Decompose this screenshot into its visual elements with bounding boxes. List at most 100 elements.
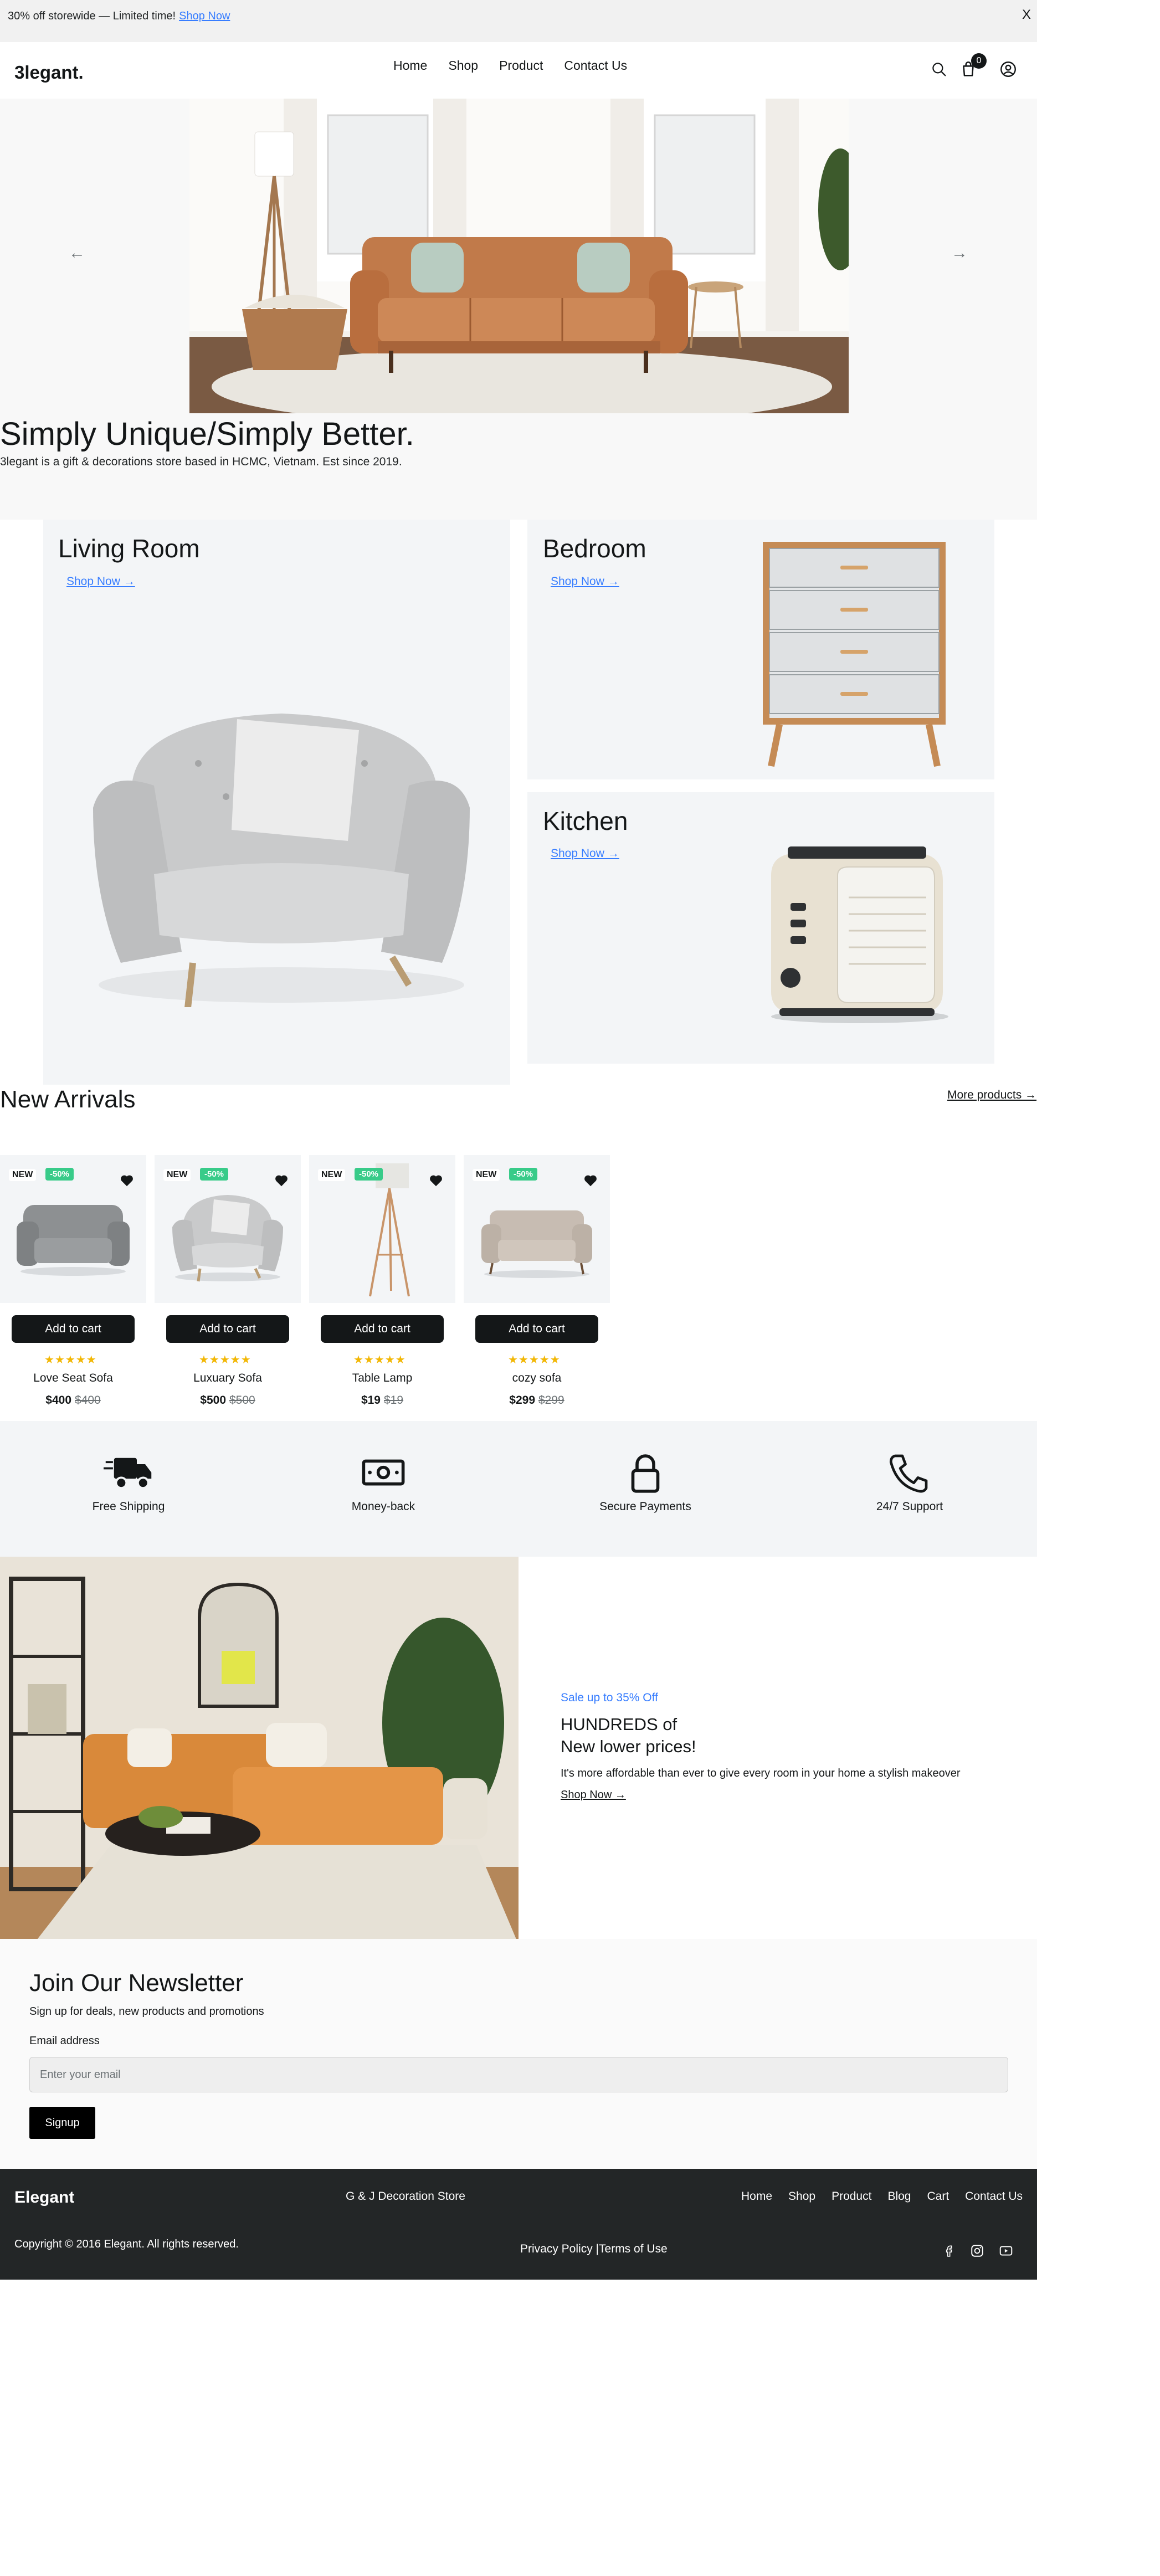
- banner-shop-now-link[interactable]: Shop Now →: [561, 1789, 626, 1802]
- add-to-cart-button[interactable]: Add to cart: [321, 1315, 444, 1343]
- facebook-icon[interactable]: [942, 2244, 956, 2258]
- badge-new: NEW: [473, 1169, 500, 1181]
- user-account-icon[interactable]: [999, 60, 1018, 79]
- heart-icon[interactable]: [273, 1172, 290, 1188]
- newsletter-subtitle: Sign up for deals, new products and prom…: [29, 2005, 264, 2018]
- nav-home[interactable]: Home: [393, 58, 427, 73]
- banner-heading-line2: New lower prices!: [561, 1737, 696, 1756]
- footer-nav-cart[interactable]: Cart: [927, 2190, 949, 2203]
- footer-nav-blog[interactable]: Blog: [887, 2190, 911, 2203]
- add-to-cart-button[interactable]: Add to cart: [166, 1315, 289, 1343]
- badge-discount: -50%: [45, 1168, 74, 1181]
- category-link-living-room[interactable]: Shop Now →: [66, 575, 135, 588]
- hero-subtitle: 3legant is a gift & decorations store ba…: [0, 455, 402, 468]
- price-current: $299: [509, 1394, 535, 1407]
- nav-product[interactable]: Product: [499, 58, 543, 73]
- category-card-living-room[interactable]: [43, 520, 510, 1085]
- delivery-truck-icon: [104, 1458, 152, 1489]
- badge-new: NEW: [318, 1169, 346, 1181]
- hero-prev-arrow[interactable]: ←: [69, 244, 85, 263]
- email-field-label: Email address: [29, 2035, 100, 2047]
- banner-heading-line1: HUNDREDS of: [561, 1715, 677, 1734]
- category-link-bedroom[interactable]: Shop Now →: [551, 575, 619, 588]
- promo-message: 30% off storewide — Limited time!: [8, 10, 176, 22]
- promo-shop-now-link[interactable]: Shop Now: [179, 10, 230, 22]
- promo-close-button[interactable]: X: [1022, 7, 1031, 23]
- newsletter-title: Join Our Newsletter: [29, 1969, 244, 1997]
- product-price: $19 $19: [309, 1394, 455, 1407]
- promo-text: 30% off storewide — Limited time! Shop No…: [8, 10, 230, 23]
- rating-stars: ★★★★★: [353, 1354, 406, 1366]
- product-price: $299 $299: [464, 1394, 610, 1407]
- footer-nav-contact-us[interactable]: Contact Us: [965, 2190, 1023, 2203]
- banner-sale-text: Sale up to 35% Off: [561, 1691, 658, 1704]
- footer-logo[interactable]: Elegant: [14, 2188, 74, 2207]
- cart-count-badge: 0: [971, 53, 987, 69]
- product-name[interactable]: Table Lamp: [309, 1372, 455, 1385]
- price-current: $400: [45, 1394, 71, 1407]
- footer-nav-home[interactable]: Home: [741, 2190, 772, 2203]
- heart-icon[interactable]: [582, 1172, 599, 1188]
- category-title-kitchen: Kitchen: [543, 807, 628, 835]
- feature-label-24-7-support: 24/7 Support: [876, 1500, 943, 1513]
- lock-icon: [631, 1454, 660, 1493]
- badge-discount: -50%: [509, 1168, 538, 1181]
- badge-discount: -50%: [355, 1168, 383, 1181]
- price-old: $299: [538, 1394, 564, 1407]
- money-icon: [362, 1459, 405, 1486]
- youtube-icon[interactable]: [999, 2244, 1013, 2258]
- footer-copyright: Copyright © 2016 Elegant. All rights res…: [14, 2238, 239, 2250]
- rating-stars: ★★★★★: [199, 1354, 251, 1366]
- nav-shop[interactable]: Shop: [448, 58, 478, 73]
- features-section: [0, 1421, 1037, 1557]
- footer-nav-product[interactable]: Product: [831, 2190, 871, 2203]
- product-price: $400 $400: [0, 1394, 146, 1407]
- price-old: $19: [384, 1394, 404, 1407]
- feature-label-free-shipping: Free Shipping: [92, 1500, 165, 1513]
- heart-icon[interactable]: [428, 1172, 444, 1188]
- add-to-cart-button[interactable]: Add to cart: [12, 1315, 135, 1343]
- category-title-living-room: Living Room: [58, 534, 200, 563]
- price-current: $500: [200, 1394, 226, 1407]
- footer-store-name: G & J Decoration Store: [346, 2190, 465, 2203]
- banner-description: It's more affordable than ever to give e…: [561, 1767, 961, 1779]
- signup-button[interactable]: Signup: [29, 2107, 95, 2139]
- more-products-link[interactable]: More products →: [947, 1089, 1036, 1102]
- phone-icon: [889, 1454, 928, 1493]
- product-name[interactable]: Luxuary Sofa: [155, 1372, 301, 1385]
- product-name[interactable]: cozy sofa: [464, 1372, 610, 1385]
- hero-slider-image: [189, 99, 849, 413]
- product-price: $500 $500: [155, 1394, 301, 1407]
- rating-stars: ★★★★★: [44, 1354, 97, 1366]
- main-nav: Home Shop Product Contact Us: [393, 58, 648, 73]
- privacy-policy-link[interactable]: Privacy Policy: [520, 2243, 593, 2255]
- terms-of-use-link[interactable]: Terms of Use: [599, 2243, 668, 2255]
- banner-heading: HUNDREDS of New lower prices!: [561, 1713, 696, 1758]
- badge-new: NEW: [163, 1169, 191, 1181]
- rating-stars: ★★★★★: [508, 1354, 561, 1366]
- footer: [0, 2169, 1037, 2280]
- email-field[interactable]: [29, 2057, 1008, 2092]
- footer-legal-links: Privacy Policy |Terms of Use: [520, 2243, 668, 2256]
- footer-nav: Home Shop Product Blog Cart Contact Us: [741, 2190, 1039, 2203]
- heart-icon[interactable]: [119, 1172, 135, 1188]
- hero-next-arrow[interactable]: →: [951, 244, 968, 263]
- badge-new: NEW: [9, 1169, 37, 1181]
- price-old: $500: [229, 1394, 255, 1407]
- price-old: $400: [75, 1394, 101, 1407]
- feature-label-money-back: Money-back: [351, 1500, 415, 1513]
- category-title-bedroom: Bedroom: [543, 534, 646, 563]
- category-link-kitchen[interactable]: Shop Now →: [551, 847, 619, 860]
- sale-banner-image: [0, 1557, 519, 1939]
- add-to-cart-button[interactable]: Add to cart: [475, 1315, 598, 1343]
- feature-label-secure-payments: Secure Payments: [599, 1500, 691, 1513]
- footer-nav-shop[interactable]: Shop: [788, 2190, 815, 2203]
- product-name[interactable]: Love Seat Sofa: [0, 1372, 146, 1385]
- new-arrivals-title: New Arrivals: [0, 1086, 136, 1113]
- site-logo[interactable]: 3legant.: [14, 62, 84, 83]
- badge-discount: -50%: [200, 1168, 229, 1181]
- search-icon[interactable]: [930, 60, 948, 79]
- instagram-icon[interactable]: [970, 2244, 984, 2258]
- nav-contact-us[interactable]: Contact Us: [564, 58, 627, 73]
- price-current: $19: [361, 1394, 381, 1407]
